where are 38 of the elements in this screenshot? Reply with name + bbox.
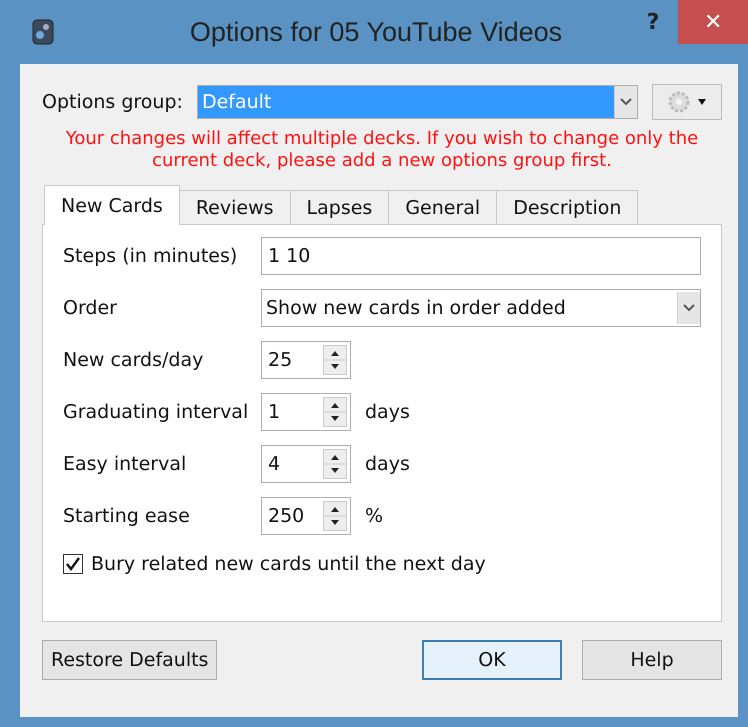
tab[interactable]: Description <box>496 190 638 224</box>
app-icon <box>32 19 54 45</box>
field-label: Steps (in minutes) <box>63 245 238 267</box>
field-label: New cards/day <box>63 349 204 371</box>
settings-icon <box>668 91 690 113</box>
unit-label: days <box>365 453 410 475</box>
warning-message: Your changes will affect multiple decks. If you wish to change only the current deck, please add a new options group first. <box>64 128 700 172</box>
field-label: Order <box>63 297 118 319</box>
dialog-button[interactable]: Help <box>582 640 722 680</box>
help-button[interactable]: ? <box>628 0 678 44</box>
field-label: Graduating interval <box>63 401 250 423</box>
field-label: Easy interval <box>63 453 188 475</box>
checkbox-label: Bury related new cards until the next day <box>91 553 486 575</box>
options-group-label: Options group: <box>42 91 183 113</box>
close-button[interactable]: ✕ <box>678 0 748 44</box>
chevron-icon <box>614 86 637 118</box>
spin-box[interactable]: 4 <box>261 445 351 483</box>
caret-icon <box>698 99 706 105</box>
window-title: Options for 05 YouTube Videos <box>188 16 564 48</box>
spin-arrows-icon <box>323 501 347 531</box>
chevron-icon <box>677 292 700 324</box>
spin-arrows-icon <box>323 345 347 375</box>
spin-box[interactable]: 25 <box>261 341 351 379</box>
spin-arrows-icon <box>323 449 347 479</box>
unit-label: days <box>365 401 410 423</box>
dialog-button[interactable]: OK <box>422 640 562 680</box>
spin-box[interactable]: 250 <box>261 497 351 535</box>
options-group-value: Default <box>200 91 272 113</box>
checkbox[interactable] <box>63 554 83 574</box>
spin-arrows-icon <box>323 397 347 427</box>
dialog-button[interactable]: Restore Defaults <box>42 640 218 680</box>
dropdown-value: Show new cards in order added <box>265 297 567 319</box>
order-dropdown[interactable]: Show new cards in order added <box>261 289 701 327</box>
unit-label: % <box>365 505 384 527</box>
tab[interactable]: New Cards <box>44 185 180 225</box>
spin-box[interactable]: 1 <box>261 393 351 431</box>
field-label: Starting ease <box>63 505 191 527</box>
input-field[interactable]: 1 10 <box>261 237 701 275</box>
